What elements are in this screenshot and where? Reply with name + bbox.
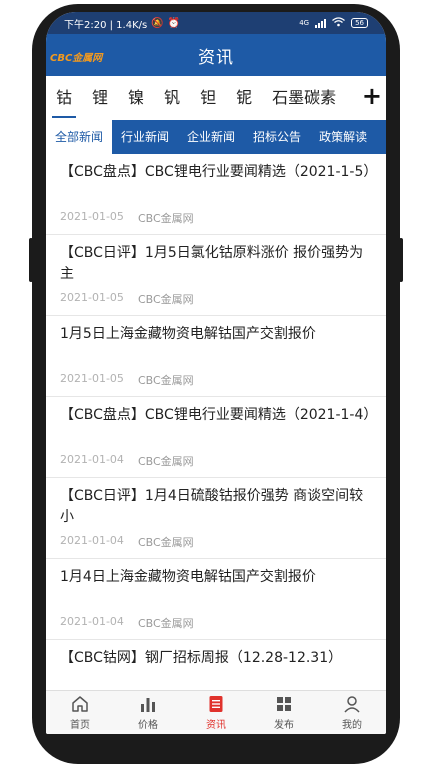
news-source: CBC金属网	[137, 455, 194, 468]
news-list: 【CBC盘点】CBC锂电行业要闻精选（2021-1-5） 2021-01-05 C…	[46, 154, 386, 721]
news-source: CBC金属网	[137, 374, 194, 387]
nav-mine-label: 我的	[342, 720, 362, 731]
wifi-icon	[332, 16, 345, 30]
news-title: 1月5日上海金藏物资电解钴国产交割报价	[60, 326, 316, 342]
tab-policy-analysis[interactable]: 政策解读	[310, 120, 376, 154]
tab-company-news[interactable]: 企业新闻	[178, 120, 244, 154]
news-date: 2021-01-05	[60, 291, 124, 304]
tab-lithium[interactable]: 锂	[92, 76, 108, 120]
metal-tab-bar: 钴 锂 镍 钒 钽 铌 石墨碳素 +	[46, 76, 386, 120]
tab-niobium[interactable]: 铌	[236, 76, 252, 120]
news-source: CBC金属网	[137, 617, 194, 630]
tab-industry-news[interactable]: 行业新闻	[112, 120, 178, 154]
news-item[interactable]: 【CBC日评】1月4日硫酸钴报价强势 商谈空间较小 2021-01-04 CBC金…	[46, 478, 386, 559]
news-title: 【CBC日评】1月4日硫酸钴报价强势 商谈空间较小	[60, 488, 364, 525]
tab-graphite-carbon[interactable]: 石墨碳素	[272, 76, 336, 120]
news-date: 2021-01-04	[60, 534, 124, 547]
status-bar: 下午2:20 | 1.4K/s 🔕 ⏰ 4G 56	[46, 12, 386, 34]
page-title: 资讯	[198, 47, 234, 68]
user-icon	[344, 696, 360, 713]
nav-news-label: 资讯	[206, 720, 226, 731]
nav-price-label: 价格	[138, 720, 158, 731]
tab-all-news[interactable]: 全部新闻	[46, 120, 113, 154]
tab-vanadium[interactable]: 钒	[164, 76, 180, 120]
news-source: CBC金属网	[137, 536, 194, 549]
news-source: CBC金属网	[137, 212, 194, 225]
home-icon	[72, 696, 88, 712]
app-screen: 下午2:20 | 1.4K/s 🔕 ⏰ 4G 56 CBC金属网 资讯 钴 锂 …	[46, 12, 386, 734]
news-title: 【CBC日评】1月5日氯化钴原料涨价 报价强势为主	[60, 245, 364, 282]
nav-mine[interactable]: 我的	[322, 694, 382, 731]
bar-chart-icon	[141, 698, 155, 712]
signal-icon	[315, 18, 327, 28]
alarm-icon: ⏰	[167, 17, 181, 29]
tab-nickel[interactable]: 镍	[128, 76, 144, 120]
category-tab-bar: 全部新闻 行业新闻 企业新闻 招标公告 政策解读	[46, 120, 386, 154]
brand-logo: CBC金属网	[50, 53, 103, 64]
add-tab-button[interactable]: +	[362, 76, 382, 120]
news-item[interactable]: 1月4日上海金藏物资电解钴国产交割报价 2021-01-04 CBC金属网	[46, 559, 386, 640]
news-item[interactable]: 1月5日上海金藏物资电解钴国产交割报价 2021-01-05 CBC金属网	[46, 316, 386, 397]
nav-home-label: 首页	[70, 720, 90, 731]
app-header: CBC金属网 资讯	[46, 34, 386, 76]
news-title: 1月4日上海金藏物资电解钴国产交割报价	[60, 569, 316, 585]
news-source: CBC金属网	[137, 293, 194, 306]
nav-home[interactable]: 首页	[50, 694, 110, 731]
news-date: 2021-01-04	[60, 453, 124, 466]
news-title: 【CBC盘点】CBC锂电行业要闻精选（2021-1-5）	[60, 164, 374, 180]
news-date: 2021-01-04	[60, 615, 124, 628]
nav-news[interactable]: 资讯	[186, 694, 246, 731]
tab-tender-notice[interactable]: 招标公告	[244, 120, 310, 154]
nav-publish-label: 发布	[274, 720, 294, 731]
news-date: 2021-01-05	[60, 372, 124, 385]
network-type: 4G	[299, 19, 310, 27]
tab-cobalt[interactable]: 钴	[51, 76, 77, 120]
news-item[interactable]: 【CBC日评】1月5日氯化钴原料涨价 报价强势为主 2021-01-05 CBC金…	[46, 235, 386, 316]
grid-icon	[277, 697, 291, 711]
news-date: 2021-01-05	[60, 210, 124, 223]
bottom-nav: 首页 价格 资讯 发布 我的	[46, 690, 386, 734]
status-time-speed: 下午2:20 | 1.4K/s	[64, 19, 148, 31]
news-title: 【CBC盘点】CBC锂电行业要闻精选（2021-1-4）	[60, 407, 374, 423]
nav-publish[interactable]: 发布	[254, 694, 314, 731]
news-item[interactable]: 【CBC盘点】CBC锂电行业要闻精选（2021-1-5） 2021-01-05 C…	[46, 154, 386, 235]
battery-icon: 56	[351, 18, 368, 28]
document-icon	[209, 696, 223, 712]
tab-tantalum[interactable]: 钽	[200, 76, 216, 120]
mute-icon: 🔕	[151, 17, 164, 29]
news-item[interactable]: 【CBC盘点】CBC锂电行业要闻精选（2021-1-4） 2021-01-04 C…	[46, 397, 386, 478]
nav-price[interactable]: 价格	[118, 694, 178, 731]
news-title: 【CBC钴网】钢厂招标周报（12.28-12.31）	[60, 650, 343, 666]
